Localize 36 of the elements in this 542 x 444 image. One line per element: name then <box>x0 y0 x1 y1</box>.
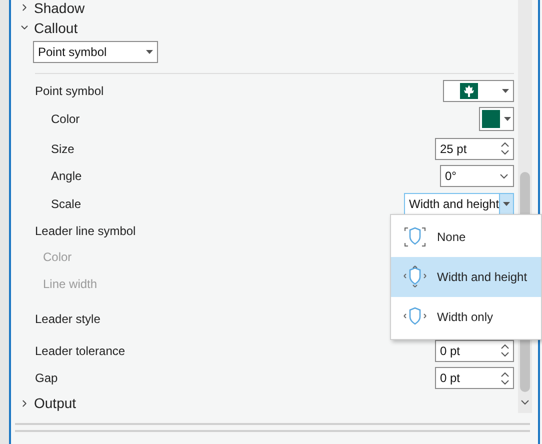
spin-arrows-icon <box>501 344 509 358</box>
spin-field[interactable]: 25 pt <box>435 138 514 160</box>
property-label: Line width <box>43 277 98 292</box>
dropdown-arrow-icon <box>503 202 510 206</box>
property-label: Leader line symbol <box>35 224 136 238</box>
color-dropdown[interactable] <box>479 106 514 131</box>
dropdown-arrow-icon <box>502 89 509 94</box>
spin-field[interactable]: 0 pt <box>435 340 514 362</box>
spin-field[interactable]: 0 pt <box>435 367 514 390</box>
property-label: Size <box>51 142 74 156</box>
section-heading[interactable]: Callout <box>34 20 78 36</box>
symbol-dropdown[interactable] <box>443 80 514 102</box>
menu-item[interactable]: Width only <box>391 297 541 337</box>
property-label: Point symbol <box>35 84 104 98</box>
menu-item[interactable]: Width and height <box>391 257 541 297</box>
property-label: Color <box>43 250 72 264</box>
dropdown-arrow-icon <box>146 50 153 54</box>
scale-dropdown[interactable]: Width and height <box>404 192 514 215</box>
section-heading[interactable]: Shadow <box>34 0 85 16</box>
property-label: Leader style <box>35 312 100 326</box>
spin-arrows-icon <box>501 142 509 156</box>
spin-arrows-icon <box>501 372 509 385</box>
property-label: Scale <box>51 196 82 211</box>
menu-item[interactable]: None <box>391 217 541 257</box>
property-label: Leader tolerance <box>35 344 126 358</box>
section-heading[interactable]: Output <box>34 395 76 412</box>
property-label: Angle <box>51 169 82 184</box>
callout-type-dropdown[interactable]: Point symbol <box>33 41 158 64</box>
leaf-icon <box>460 83 478 100</box>
shield-icon <box>401 265 429 289</box>
property-label: Color <box>51 112 80 126</box>
scroll-down-icon <box>521 400 529 405</box>
property-label: Gap <box>35 371 58 386</box>
dropdown-arrow-icon <box>504 116 511 121</box>
angle-dropdown[interactable]: 0° <box>440 165 514 188</box>
chevron-down-icon <box>500 174 508 179</box>
